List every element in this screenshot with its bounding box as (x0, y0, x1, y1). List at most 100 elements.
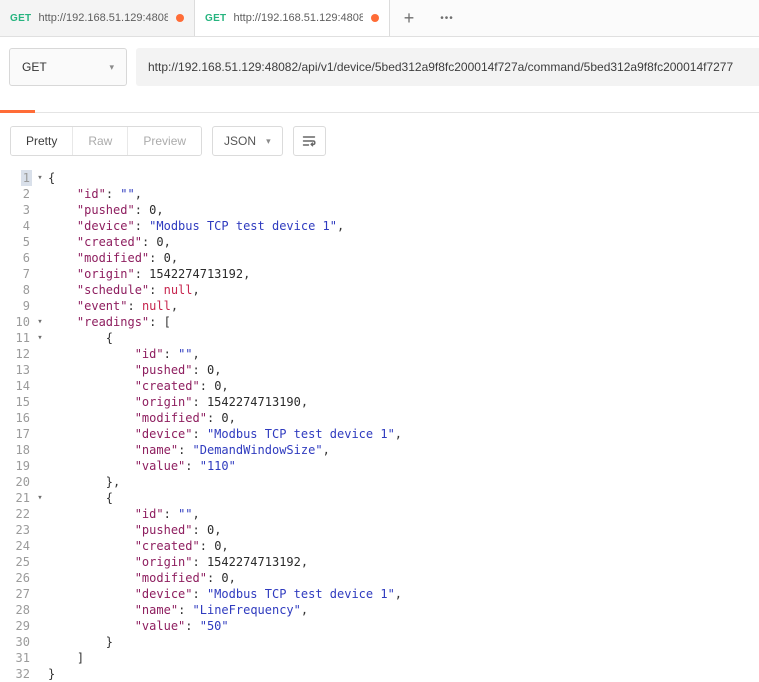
gutter-spacer (32, 394, 48, 410)
code-line: 16 "modified": 0, (0, 410, 759, 426)
line-number: 4 (0, 218, 32, 234)
format-label: JSON (224, 134, 256, 148)
unsaved-dot-icon (371, 14, 379, 22)
plus-icon: + (404, 9, 415, 27)
postman-window: GET http://192.168.51.129:48082/api GET … (0, 0, 759, 682)
code-text: "modified": 0, (48, 250, 178, 266)
code-text: "modified": 0, (48, 410, 236, 426)
gutter-spacer (32, 266, 48, 282)
line-number: 27 (0, 586, 32, 602)
gutter-spacer (32, 442, 48, 458)
code-text: "schedule": null, (48, 282, 200, 298)
code-text: "pushed": 0, (48, 202, 164, 218)
gutter-spacer (32, 218, 48, 234)
chevron-down-icon: ▾ (266, 136, 271, 147)
code-line: 13 "pushed": 0, (0, 362, 759, 378)
code-line: 3 "pushed": 0, (0, 202, 759, 218)
gutter-spacer (32, 666, 48, 682)
line-number: 29 (0, 618, 32, 634)
wrap-text-button[interactable] (293, 126, 326, 156)
code-line: 15 "origin": 1542274713190, (0, 394, 759, 410)
gutter-spacer (32, 522, 48, 538)
line-number: 32 (0, 666, 32, 682)
gutter-spacer (32, 538, 48, 554)
active-subtab-indicator (0, 110, 35, 113)
line-number: 7 (0, 266, 32, 282)
url-text: http://192.168.51.129:48082/api/v1/devic… (148, 60, 733, 74)
fold-toggle-icon[interactable]: ▾ (32, 490, 48, 506)
line-number: 5 (0, 234, 32, 250)
code-line: 5 "created": 0, (0, 234, 759, 250)
request-tab-2[interactable]: GET http://192.168.51.129:48082/api (195, 0, 390, 36)
gutter-spacer (32, 634, 48, 650)
code-line: 19 "value": "110" (0, 458, 759, 474)
line-number: 26 (0, 570, 32, 586)
code-text: "name": "LineFrequency", (48, 602, 308, 618)
more-tabs-button[interactable]: ••• (428, 0, 466, 36)
code-line: 25 "origin": 1542274713192, (0, 554, 759, 570)
method-label: GET (22, 60, 47, 74)
gutter-spacer (32, 650, 48, 666)
gutter-spacer (32, 506, 48, 522)
gutter-spacer (32, 586, 48, 602)
gutter-spacer (32, 186, 48, 202)
code-line: 20 }, (0, 474, 759, 490)
line-number: 19 (0, 458, 32, 474)
response-body: 1▾{2 "id": "",3 "pushed": 0,4 "device": … (0, 168, 759, 682)
chevron-down-icon: ▾ (109, 62, 114, 73)
code-text: "value": "110" (48, 458, 236, 474)
gutter-spacer (32, 298, 48, 314)
line-number: 2 (0, 186, 32, 202)
fold-toggle-icon[interactable]: ▾ (32, 330, 48, 346)
format-select[interactable]: JSON ▾ (212, 126, 283, 156)
line-number: 17 (0, 426, 32, 442)
code-line: 10▾ "readings": [ (0, 314, 759, 330)
line-number: 16 (0, 410, 32, 426)
code-line: 9 "event": null, (0, 298, 759, 314)
code-text: "id": "", (48, 346, 200, 362)
line-number: 18 (0, 442, 32, 458)
code-text: "device": "Modbus TCP test device 1", (48, 586, 402, 602)
code-text: { (48, 170, 55, 186)
line-number: 15 (0, 394, 32, 410)
code-line: 17 "device": "Modbus TCP test device 1", (0, 426, 759, 442)
preview-tab[interactable]: Preview (128, 127, 201, 155)
line-number: 24 (0, 538, 32, 554)
line-number: 25 (0, 554, 32, 570)
tab-method-label: GET (10, 13, 31, 24)
code-text: "origin": 1542274713192, (48, 554, 308, 570)
code-text: "id": "", (48, 506, 200, 522)
gutter-spacer (32, 458, 48, 474)
wrap-text-icon (301, 133, 317, 149)
gutter-spacer (32, 410, 48, 426)
code-line: 2 "id": "", (0, 186, 759, 202)
gutter-spacer (32, 554, 48, 570)
code-text: "id": "", (48, 186, 142, 202)
code-text: "event": null, (48, 298, 178, 314)
raw-tab[interactable]: Raw (73, 127, 128, 155)
code-text: "created": 0, (48, 234, 171, 250)
line-number: 28 (0, 602, 32, 618)
tab-url-label: http://192.168.51.129:48082/api (233, 12, 363, 24)
code-text: "name": "DemandWindowSize", (48, 442, 330, 458)
url-input[interactable]: http://192.168.51.129:48082/api/v1/devic… (136, 48, 759, 86)
code-text: "readings": [ (48, 314, 171, 330)
code-text: "device": "Modbus TCP test device 1", (48, 426, 402, 442)
request-tab-1[interactable]: GET http://192.168.51.129:48082/api (0, 0, 195, 36)
code-line: 11▾ { (0, 330, 759, 346)
code-line: 26 "modified": 0, (0, 570, 759, 586)
line-number: 11 (0, 330, 32, 346)
fold-toggle-icon[interactable]: ▾ (32, 314, 48, 330)
new-tab-button[interactable]: + (390, 0, 428, 36)
line-number: 13 (0, 362, 32, 378)
method-select[interactable]: GET ▾ (9, 48, 127, 86)
code-line: 24 "created": 0, (0, 538, 759, 554)
gutter-spacer (32, 426, 48, 442)
gutter-spacer (32, 282, 48, 298)
ellipsis-icon: ••• (440, 13, 454, 24)
code-line: 7 "origin": 1542274713192, (0, 266, 759, 282)
code-line: 30 } (0, 634, 759, 650)
fold-toggle-icon[interactable]: ▾ (32, 170, 48, 186)
line-number: 30 (0, 634, 32, 650)
pretty-tab[interactable]: Pretty (11, 127, 73, 155)
